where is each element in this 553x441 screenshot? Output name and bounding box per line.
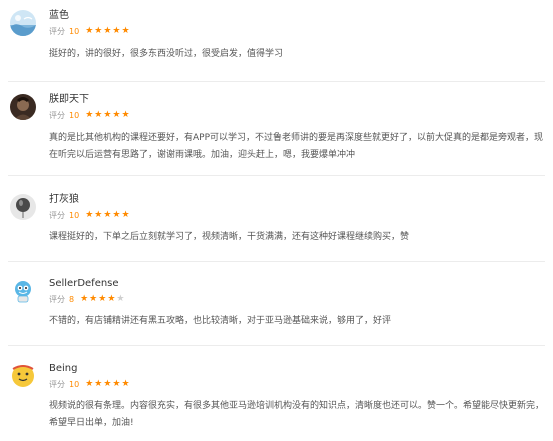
rating-score: 10 [69, 110, 80, 120]
star-filled-icon: ★ [85, 210, 94, 220]
star-filled-icon: ★ [121, 26, 130, 36]
star-empty-icon: ★ [116, 294, 125, 304]
review-list: 蓝色 评分 10 ★ ★ ★ ★ ★ 挺好的，讲的很好，很多东西没听过，很受启发，值得学… [0, 0, 553, 441]
review-item: 蓝色 评分 10 ★ ★ ★ ★ ★ 挺好的，讲的很好，很多东西没听过，很受启发，值得学… [0, 8, 553, 82]
review-item: 打灰狼 评分 10 ★ ★ ★ ★ ★ 课程挺好的，下单之后立刻就学习了，视频清晰，干货… [0, 192, 553, 262]
rating-row: 评分 10 ★ ★ ★ ★ ★ [49, 209, 131, 221]
star-filled-icon: ★ [112, 210, 121, 220]
review-text: 视频说的很有条理。内容很充实，有很多其他亚马逊培训机构没有的知识点，清晰度也还可… [49, 401, 545, 428]
rating-row: 评分 10 ★ ★ ★ ★ ★ [49, 109, 131, 121]
rating-label: 评分 [49, 110, 65, 120]
review-item: SellerDefense 评分 8 ★ ★ ★ ★ ★ 不错的，有店铺精讲还有黑五攻略… [0, 276, 553, 346]
divider [8, 261, 545, 262]
star-rating: ★ ★ ★ ★ ★ [80, 294, 125, 304]
rating-score: 8 [69, 294, 75, 304]
rating-row: 评分 8 ★ ★ ★ ★ ★ [49, 293, 125, 305]
rating-row: 评分 10 ★ ★ ★ ★ ★ [49, 25, 131, 37]
star-filled-icon: ★ [103, 210, 112, 220]
divider [8, 175, 545, 176]
review-item: Being 评分 10 ★ ★ ★ ★ ★ 视频说的很有条理。内容很充实，有很多其他亚马… [0, 361, 553, 441]
rating-score: 10 [69, 26, 80, 36]
review-text: 不错的，有店铺精讲还有黑五攻略，也比较清晰，对于亚马逊基础来说，够用了，好评 [49, 316, 392, 326]
rating-label: 评分 [49, 26, 65, 36]
star-rating: ★ ★ ★ ★ ★ [85, 26, 130, 36]
star-filled-icon: ★ [98, 294, 107, 304]
review-text: 挺好的，讲的很好，很多东西没听过，很受启发，值得学习 [49, 49, 284, 59]
star-filled-icon: ★ [85, 379, 94, 389]
star-filled-icon: ★ [112, 26, 121, 36]
star-filled-icon: ★ [121, 379, 130, 389]
reviewer-name[interactable]: 蓝色 [49, 9, 69, 23]
rating-row: 评分 10 ★ ★ ★ ★ ★ [49, 378, 131, 390]
star-filled-icon: ★ [121, 210, 130, 220]
rating-label: 评分 [49, 379, 65, 389]
star-rating: ★ ★ ★ ★ ★ [85, 110, 130, 120]
star-filled-icon: ★ [85, 26, 94, 36]
rating-score: 10 [69, 210, 80, 220]
divider [8, 81, 545, 82]
divider [8, 345, 545, 346]
star-filled-icon: ★ [103, 26, 112, 36]
review-item: 朕即天下 评分 10 ★ ★ ★ ★ ★ 真的是比其他机构的课程还要好，有APP可以学习… [0, 92, 553, 176]
reviewer-name[interactable]: SellerDefense [49, 277, 119, 291]
rating-score: 10 [69, 379, 80, 389]
star-filled-icon: ★ [85, 110, 94, 120]
star-filled-icon: ★ [94, 379, 103, 389]
rating-label: 评分 [49, 294, 65, 304]
star-filled-icon: ★ [89, 294, 98, 304]
star-filled-icon: ★ [107, 294, 116, 304]
reviewer-name[interactable]: Being [49, 362, 77, 376]
star-filled-icon: ★ [112, 110, 121, 120]
blue-landscape-avatar-icon[interactable] [10, 10, 36, 36]
yellow-face-avatar-icon[interactable] [10, 363, 36, 389]
star-filled-icon: ★ [112, 379, 121, 389]
star-filled-icon: ★ [94, 110, 103, 120]
star-filled-icon: ★ [94, 26, 103, 36]
star-filled-icon: ★ [121, 110, 130, 120]
star-filled-icon: ★ [94, 210, 103, 220]
star-rating: ★ ★ ★ ★ ★ [85, 379, 130, 389]
dark-photo-avatar-icon[interactable] [10, 94, 36, 120]
star-filled-icon: ★ [80, 294, 89, 304]
star-rating: ★ ★ ★ ★ ★ [85, 210, 130, 220]
review-text: 课程挺好的，下单之后立刻就学习了，视频清晰，干货满满，还有这种好课程继续购买，赞 [49, 232, 410, 242]
review-text: 真的是比其他机构的课程还要好，有APP可以学习，不过鲁老师讲的要是再深度些就更好… [49, 133, 544, 160]
reviewer-name[interactable]: 朕即天下 [49, 93, 89, 107]
cartoon-robot-avatar-icon[interactable] [10, 278, 36, 304]
reviewer-name[interactable]: 打灰狼 [49, 193, 79, 207]
rating-label: 评分 [49, 210, 65, 220]
star-filled-icon: ★ [103, 110, 112, 120]
star-filled-icon: ★ [103, 379, 112, 389]
balloon-avatar-icon[interactable] [10, 194, 36, 220]
